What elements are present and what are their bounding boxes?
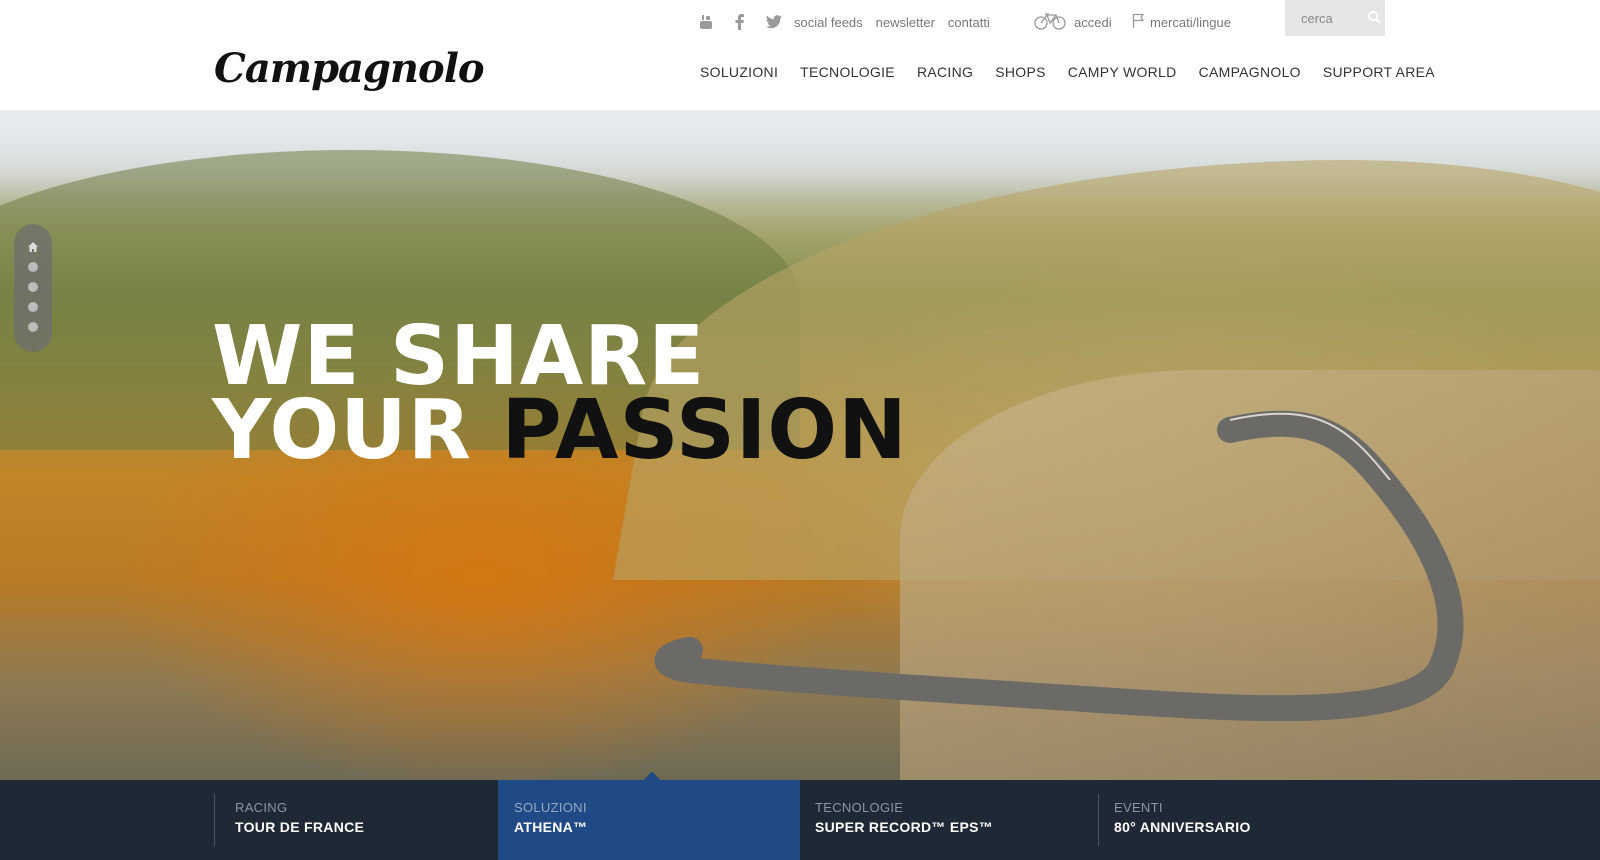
slide-dot[interactable] [28, 322, 38, 332]
nav-racing[interactable]: RACING [917, 64, 973, 80]
social-feeds-link[interactable]: social feeds [794, 15, 863, 30]
markets-languages-link[interactable]: mercati/lingue [1132, 10, 1231, 34]
featured-strip: RACING TOUR DE FRANCE SOLUZIONI ATHENA™ … [0, 771, 1600, 860]
home-icon[interactable] [27, 240, 39, 252]
tile-tecnologie[interactable]: TECNOLOGIE SUPER RECORD™ EPS™ [800, 780, 1098, 860]
nav-campagnolo[interactable]: CAMPAGNOLO [1199, 64, 1301, 80]
tile-soluzioni[interactable]: SOLUZIONI ATHENA™ [498, 780, 800, 860]
top-links: social feeds newsletter contatti [794, 10, 990, 34]
main-nav: SOLUZIONI TECNOLOGIE RACING SHOPS CAMPY … [700, 64, 1435, 80]
tile-racing[interactable]: RACING TOUR DE FRANCE [215, 780, 497, 860]
tile-title: 80° ANNIVERSARIO [1114, 819, 1251, 835]
youtube-icon[interactable] [698, 14, 714, 30]
headline-your: YOUR [212, 383, 472, 478]
newsletter-link[interactable]: newsletter [876, 15, 935, 30]
logo-text: Campagnolo [214, 45, 485, 92]
slide-navigator [14, 224, 52, 352]
tile-title: ATHENA™ [514, 819, 588, 835]
tile-eventi[interactable]: EVENTI 80° ANNIVERSARIO [1099, 780, 1389, 860]
flag-icon [1132, 13, 1145, 32]
nav-shops[interactable]: SHOPS [995, 64, 1046, 80]
tile-title: TOUR DE FRANCE [235, 819, 365, 835]
markets-label: mercati/lingue [1150, 14, 1231, 30]
tile-category: TECNOLOGIE [815, 800, 904, 815]
slide-dot[interactable] [28, 282, 38, 292]
slide-dot[interactable] [28, 302, 38, 312]
hero-headline: WE SHARE YOUR PASSION [212, 316, 908, 472]
login-link[interactable]: accedi [1034, 10, 1112, 34]
slide-dot[interactable] [28, 262, 38, 272]
tile-category: SOLUZIONI [514, 800, 587, 815]
nav-campy-world[interactable]: CAMPY WORLD [1068, 64, 1177, 80]
tile-title: SUPER RECORD™ EPS™ [815, 819, 994, 835]
twitter-icon[interactable] [766, 14, 782, 30]
search-input[interactable] [1301, 10, 1363, 26]
contatti-link[interactable]: contatti [948, 15, 990, 30]
site-header: Campagnolo social feeds newsletter conta… [0, 0, 1600, 110]
campagnolo-logo[interactable]: Campagnolo [214, 44, 485, 94]
headline-passion: PASSION [501, 383, 908, 478]
hero-banner: WE SHARE YOUR PASSION [0, 110, 1600, 780]
search-box [1285, 0, 1385, 36]
bicycle-icon [1034, 12, 1066, 33]
login-label: accedi [1074, 14, 1112, 30]
tile-category: EVENTI [1114, 800, 1163, 815]
nav-support-area[interactable]: SUPPORT AREA [1323, 64, 1435, 80]
social-icons [698, 10, 782, 34]
nav-soluzioni[interactable]: SOLUZIONI [700, 64, 778, 80]
facebook-icon[interactable] [732, 14, 748, 30]
headline-line-2: YOUR PASSION [212, 390, 908, 472]
nav-tecnologie[interactable]: TECNOLOGIE [800, 64, 895, 80]
tile-category: RACING [235, 800, 288, 815]
search-icon[interactable] [1367, 10, 1383, 26]
